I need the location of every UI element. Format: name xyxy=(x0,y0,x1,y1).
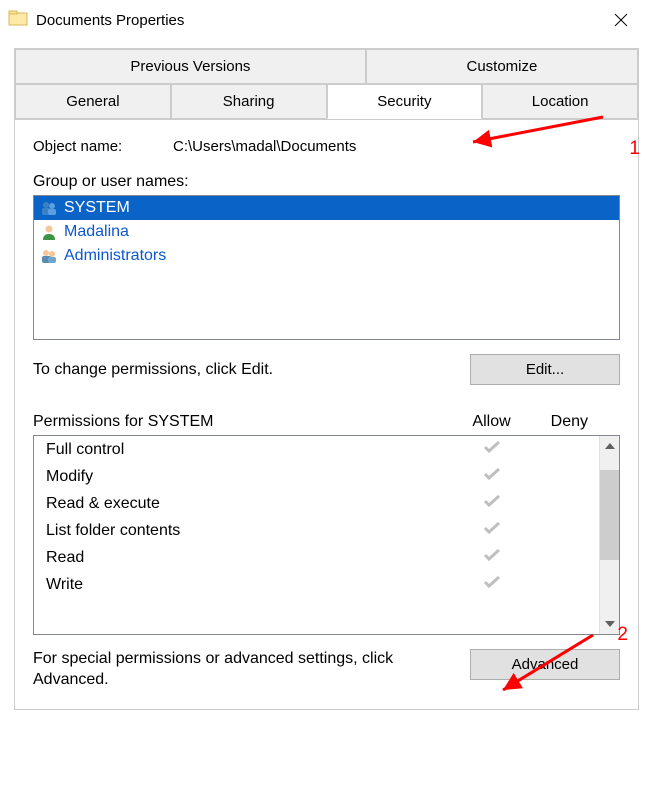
tab-sharing[interactable]: Sharing xyxy=(171,84,327,119)
deny-column-label: Deny xyxy=(551,413,588,431)
tab-location[interactable]: Location xyxy=(482,84,638,119)
tab-previous-versions[interactable]: Previous Versions xyxy=(15,49,366,84)
object-name-label: Object name: xyxy=(33,138,173,155)
permissions-list: Full control Modify Read & execute xyxy=(34,436,599,634)
advanced-hint: For special permissions or advanced sett… xyxy=(33,649,456,691)
permissions-for-label: Permissions for SYSTEM xyxy=(33,413,214,431)
user-item-label: Madalina xyxy=(64,223,129,241)
user-item-administrators[interactable]: Administrators xyxy=(34,244,619,268)
user-item-system[interactable]: SYSTEM xyxy=(34,196,619,220)
dialog-body: Previous Versions Customize General Shar… xyxy=(0,40,653,718)
allow-check-icon xyxy=(457,494,527,513)
advanced-row: For special permissions or advanced sett… xyxy=(33,649,620,691)
allow-check-icon xyxy=(457,521,527,540)
scroll-thumb[interactable] xyxy=(600,470,619,560)
allow-check-icon xyxy=(457,575,527,594)
allow-check-icon xyxy=(457,440,527,459)
permission-name: Modify xyxy=(46,468,457,486)
permission-row: Read xyxy=(34,544,599,571)
users-icon xyxy=(40,247,58,265)
users-icon xyxy=(40,199,58,217)
close-icon xyxy=(614,13,628,27)
permission-name: Read xyxy=(46,549,457,567)
edit-button[interactable]: Edit... xyxy=(470,354,620,385)
permissions-header: Permissions for SYSTEM Allow Deny xyxy=(33,413,620,431)
permission-row: Write xyxy=(34,571,599,598)
object-name-value: C:\Users\madal\Documents xyxy=(173,138,356,155)
permissions-columns: Allow Deny xyxy=(472,413,620,431)
tab-row-2: General Sharing Security Location xyxy=(15,84,638,119)
permission-name: List folder contents xyxy=(46,522,457,540)
tab-content-security: 1 Object name: C:\Users\madal\Documents … xyxy=(14,120,639,710)
user-icon xyxy=(40,223,58,241)
permissions-scrollbar[interactable] xyxy=(599,436,619,634)
permission-name: Full control xyxy=(46,441,457,459)
titlebar: Documents Properties xyxy=(0,0,653,40)
edit-row: To change permissions, click Edit. Edit.… xyxy=(33,354,620,385)
user-item-label: Administrators xyxy=(64,247,166,265)
user-item-label: SYSTEM xyxy=(64,199,130,217)
permissions-for-name: SYSTEM xyxy=(148,413,214,430)
user-item-madalina[interactable]: Madalina xyxy=(34,220,619,244)
group-user-names-label: Group or user names: xyxy=(33,173,620,191)
user-list[interactable]: SYSTEM Madalina Administrators xyxy=(33,195,620,340)
allow-column-label: Allow xyxy=(472,413,510,431)
scroll-up-arrow-icon[interactable] xyxy=(600,436,619,456)
object-name-row: Object name: C:\Users\madal\Documents xyxy=(33,138,620,155)
advanced-button[interactable]: Advanced xyxy=(470,649,620,680)
permission-name: Read & execute xyxy=(46,495,457,513)
allow-check-icon xyxy=(457,467,527,486)
tab-customize[interactable]: Customize xyxy=(366,49,638,84)
permission-row: Full control xyxy=(34,436,599,463)
permission-row: List folder contents xyxy=(34,517,599,544)
permission-name: Write xyxy=(46,576,457,594)
permissions-for-prefix: Permissions for xyxy=(33,413,143,430)
properties-dialog: Documents Properties Previous Versions C… xyxy=(0,0,653,790)
close-button[interactable] xyxy=(601,4,641,36)
annotation-1: 1 xyxy=(629,138,640,160)
scroll-down-arrow-icon[interactable] xyxy=(600,614,619,634)
edit-hint: To change permissions, click Edit. xyxy=(33,361,273,379)
scroll-track[interactable] xyxy=(600,560,619,614)
permission-row: Read & execute xyxy=(34,490,599,517)
permissions-box: Full control Modify Read & execute xyxy=(33,435,620,635)
window-title: Documents Properties xyxy=(36,12,184,29)
tab-row-1: Previous Versions Customize xyxy=(15,49,638,84)
tab-general[interactable]: General xyxy=(15,84,171,119)
tabs-container: Previous Versions Customize General Shar… xyxy=(14,48,639,120)
folder-icon xyxy=(8,8,28,32)
allow-check-icon xyxy=(457,548,527,567)
permission-row: Modify xyxy=(34,463,599,490)
titlebar-left: Documents Properties xyxy=(8,8,184,32)
tab-security[interactable]: Security xyxy=(327,84,483,119)
